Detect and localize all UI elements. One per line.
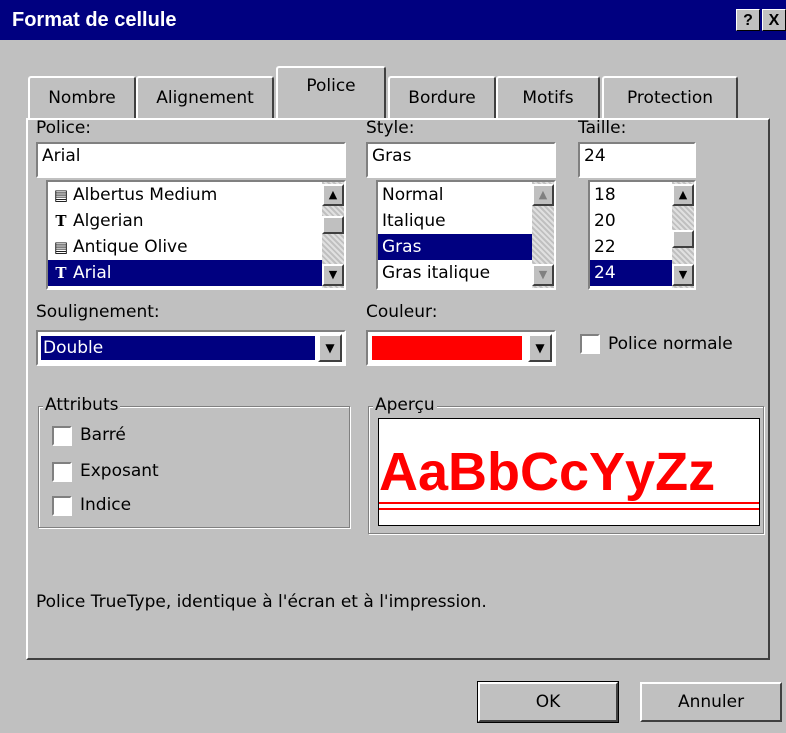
scroll-up-button[interactable]: ▲	[322, 184, 344, 206]
style-list-item-normal[interactable]: Normal	[378, 182, 554, 208]
font-label: Police:	[36, 118, 92, 138]
preview-legend: Aperçu	[373, 395, 437, 415]
preview-box: AaBbCcYyZz	[378, 418, 760, 526]
underline-selected-value: Double	[40, 335, 316, 361]
font-list[interactable]: ▤ Albertus Medium T Algerian ▤ Antique Oliv…	[46, 180, 346, 290]
subscript-label[interactable]: Indice	[80, 495, 131, 515]
truetype-font-icon: T	[55, 212, 67, 230]
subscript-checkbox[interactable]	[52, 496, 72, 516]
style-list-item-gras-italique[interactable]: Gras italique	[378, 260, 554, 286]
tab-protection[interactable]: Protection	[602, 76, 738, 118]
style-list-scrollbar[interactable]: ▲ ▼	[532, 182, 554, 288]
size-list-scrollbar[interactable]: ▲ ▼	[672, 182, 694, 288]
color-label: Couleur:	[366, 302, 438, 322]
underline-label: Soulignement:	[36, 302, 160, 322]
font-name-input[interactable]: Arial	[36, 142, 346, 178]
tab-alignement[interactable]: Alignement	[136, 76, 274, 118]
printer-font-icon: ▤	[53, 186, 69, 204]
chevron-down-icon[interactable]: ▼	[528, 334, 552, 362]
scroll-thumb[interactable]	[672, 230, 694, 248]
preview-underline-2	[379, 508, 759, 510]
font-list-item-antique-olive[interactable]: ▤ Antique Olive	[48, 234, 344, 260]
style-list-item-gras[interactable]: Gras	[378, 234, 554, 260]
font-list-scrollbar[interactable]: ▲ ▼	[322, 182, 344, 288]
superscript-label[interactable]: Exposant	[80, 461, 159, 481]
size-list[interactable]: 18 20 22 24 ▲ ▼	[588, 180, 696, 290]
size-label: Taille:	[578, 118, 627, 138]
normal-font-label[interactable]: Police normale	[608, 334, 733, 354]
scroll-thumb[interactable]	[322, 216, 344, 234]
preview-underline-1	[379, 502, 759, 504]
help-button[interactable]: ?	[736, 9, 760, 31]
chevron-down-icon[interactable]: ▼	[318, 334, 342, 362]
preview-sample-text: AaBbCcYyZz	[379, 442, 716, 502]
truetype-font-icon: T	[55, 264, 67, 282]
tab-nombre[interactable]: Nombre	[28, 76, 136, 118]
window-title: Format de cellule	[12, 9, 177, 31]
style-list[interactable]: Normal Italique Gras Gras italique ▲ ▼	[376, 180, 556, 290]
title-bar: Format de cellule ? X	[0, 0, 786, 40]
scroll-down-button[interactable]: ▼	[672, 264, 694, 286]
attributes-legend: Attributs	[43, 395, 121, 415]
close-button[interactable]: X	[762, 9, 786, 31]
tab-motifs[interactable]: Motifs	[496, 76, 600, 118]
normal-font-checkbox[interactable]	[580, 334, 600, 354]
color-swatch	[372, 336, 522, 360]
ok-button[interactable]: OK	[477, 681, 619, 723]
style-input[interactable]: Gras	[366, 142, 556, 178]
printer-font-icon: ▤	[53, 238, 69, 256]
tab-police[interactable]: Police	[276, 66, 386, 118]
cancel-button[interactable]: Annuler	[640, 682, 782, 722]
strikethrough-checkbox[interactable]	[52, 426, 72, 446]
font-list-item-arial[interactable]: T Arial	[48, 260, 344, 286]
scroll-down-button[interactable]: ▼	[322, 264, 344, 286]
strikethrough-label[interactable]: Barré	[80, 425, 126, 445]
tab-bordure[interactable]: Bordure	[388, 76, 496, 118]
scroll-up-button[interactable]: ▲	[532, 184, 554, 206]
font-list-item-albertus[interactable]: ▤ Albertus Medium	[48, 182, 344, 208]
underline-select[interactable]: Double ▼	[36, 330, 346, 366]
font-list-item-algerian[interactable]: T Algerian	[48, 208, 344, 234]
font-info-text: Police TrueType, identique à l'écran et …	[36, 592, 487, 612]
size-input[interactable]: 24	[578, 142, 696, 178]
superscript-checkbox[interactable]	[52, 462, 72, 482]
style-label: Style:	[366, 118, 415, 138]
scroll-up-button[interactable]: ▲	[672, 184, 694, 206]
style-list-item-italique[interactable]: Italique	[378, 208, 554, 234]
color-select[interactable]: ▼	[366, 330, 556, 366]
scroll-down-button[interactable]: ▼	[532, 264, 554, 286]
